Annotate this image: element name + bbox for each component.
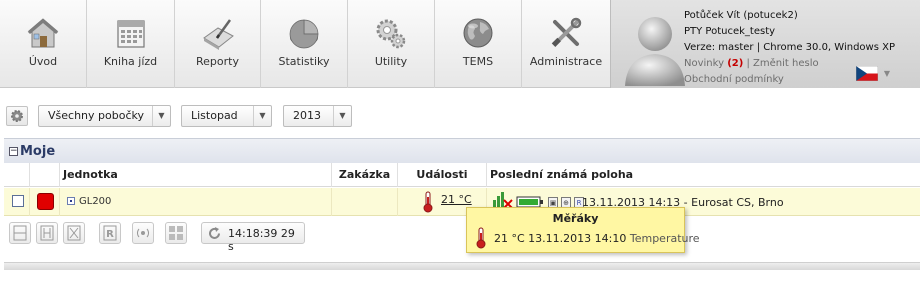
gauges-tooltip: Měřáky 21 °C 13.11.2013 14:10 Temperatur… [466,207,700,253]
year-select-value: 2013 [293,109,321,122]
svg-text:R: R [106,229,114,240]
status-indicator [37,193,54,210]
avatar [625,17,685,86]
grid-dots-icon [13,225,27,241]
group-title: Moje [20,144,56,159]
calendar-icon [116,20,145,48]
month-select[interactable]: Listopad ▼ [181,105,272,127]
gear-icon [11,110,23,122]
cross-grid-icon [67,225,81,241]
unit-type-icon [67,197,75,205]
nav-item-tems[interactable]: TEMS [435,0,522,88]
table-header: Jednotka Zakázka Události Poslední známá… [4,163,920,187]
nav-item-label: Reporty [196,55,239,68]
tooltip-title: Měřáky [552,212,599,225]
top-navigation: Úvod Kniha jízd Reporty Statistiky Utili… [0,0,920,88]
report-icon [202,19,234,50]
news-link[interactable]: Novinky (2) [684,58,743,69]
user-panel: Potůček Vít (potucek2) PTY Potucek_testy… [610,0,920,88]
collapse-toggle-icon[interactable]: − [9,147,18,156]
nav-item-statistiky[interactable]: Statistiky [261,0,348,88]
nav-item-reporty[interactable]: Reporty [175,0,261,88]
table-row[interactable]: GL200 21 °C ▣ ⊕ R 13.11.2013 14:13 - Eur… [4,188,920,216]
nav-item-label: Úvod [28,55,58,68]
nav-item-label: Statistiky [278,55,330,68]
thermometer-icon [476,227,486,249]
unit-name[interactable]: GL200 [79,196,111,207]
nav-item-uvod[interactable]: Úvod [0,0,87,88]
action-button-1[interactable] [9,222,31,244]
column-header-status [29,163,59,187]
quad-button[interactable] [165,222,187,244]
chevron-down-icon: ▼ [253,106,271,126]
settings-button[interactable] [6,106,28,126]
group-header[interactable]: − Moje [4,138,920,163]
refresh-timer-button[interactable]: 14:18:39 29 s [201,222,305,253]
refresh-timer-text: 14:18:39 29 s [228,227,295,253]
order-cell [331,188,397,216]
column-header-order[interactable]: Zakázka [331,163,397,187]
refresh-icon [209,227,220,239]
version-info: Verze: master | Chrome 30.0, Windows XP [684,42,895,53]
r-button[interactable]: R [99,222,121,244]
terms-link[interactable]: Obchodní podmínky [684,74,784,85]
action-button-2[interactable] [36,222,58,244]
column-header-unit[interactable]: Jednotka [59,163,331,187]
nav-item-label: Kniha jízd [103,55,158,68]
quad-grid-icon [169,226,183,240]
row-checkbox[interactable] [12,195,24,207]
unit-toolbar: R 14:18:39 29 s [4,217,920,253]
broadcast-button[interactable] [132,222,154,244]
tooltip-sensor-label: Temperature [629,232,700,245]
branch-select-value: Všechny pobočky [48,109,144,122]
nav-item-label: TEMS [462,55,494,68]
nav-item-utility[interactable]: Utility [348,0,435,88]
temperature-link[interactable]: 21 °C [441,193,472,206]
pie-chart-icon [289,19,319,49]
user-name: Potůček Vít (potucek2) [684,10,798,21]
chevron-down-icon: ▼ [152,106,170,126]
change-password-link[interactable]: Změnit heslo [753,58,819,69]
column-header-position[interactable]: Poslední známá poloha [486,163,920,187]
globe-icon [463,18,493,48]
czech-flag-icon[interactable] [856,66,878,81]
language-dropdown-icon[interactable]: ▼ [879,66,895,81]
column-header-select [4,163,29,187]
user-company: PTY Potucek_testy [684,26,776,37]
year-select[interactable]: 2013 ▼ [283,105,352,127]
tools-icon [551,17,582,47]
branch-select[interactable]: Všechny pobočky ▼ [38,105,171,127]
nav-item-label: Administrace [529,55,603,68]
home-icon [27,18,59,48]
thermometer-icon [423,191,433,213]
nav-item-administrace[interactable]: Administrace [522,0,610,88]
tooltip-value: 21 °C 13.11.2013 14:10 Temperature [494,232,700,245]
bottom-scrollbar[interactable] [4,262,920,270]
column-header-events[interactable]: Události [397,163,486,187]
news-label: Novinky [684,58,724,69]
nav-item-label: Utility [374,55,408,68]
h-block-icon [40,225,54,241]
link-separator: | [746,58,750,69]
news-count: (2) [727,58,744,69]
month-select-value: Listopad [191,109,238,122]
gears-icon [376,19,406,49]
tooltip-reading: 21 °C 13.11.2013 14:10 [494,232,627,245]
nav-item-kniha-jizd[interactable]: Kniha jízd [87,0,175,88]
r-letter-icon: R [103,225,117,241]
chevron-down-icon: ▼ [333,106,351,126]
action-button-3[interactable] [63,222,85,244]
broadcast-icon [137,228,149,238]
user-links: Novinky (2) | Změnit heslo [684,58,819,69]
